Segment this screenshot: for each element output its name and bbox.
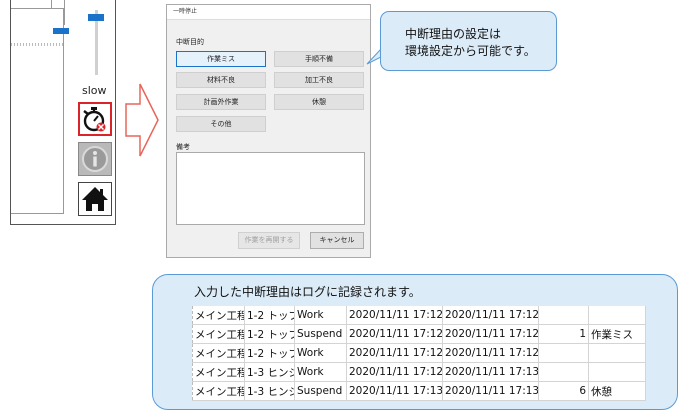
log-cell-type: Work <box>294 306 347 325</box>
cancel-button[interactable]: キャンセル <box>310 232 364 249</box>
log-cell-end: 2020/11/11 17:13 <box>442 381 539 401</box>
log-cell-reason-id <box>538 362 589 382</box>
log-cell-step: 1-2 トップ <box>244 306 295 325</box>
log-cell-process: メイン工程 <box>192 306 245 325</box>
log-note-text: 入力した中断理由はログに記録されます。 <box>194 285 421 299</box>
table-row: メイン工程 1-2 トップ Work 2020/11/11 17:12 2020… <box>192 343 646 363</box>
resume-work-button[interactable]: 作業を再開する <box>238 232 300 249</box>
info-button[interactable] <box>78 142 112 176</box>
info-icon <box>82 146 108 172</box>
reason-button-work-mistake[interactable]: 作業ミス <box>176 51 266 67</box>
log-cell-reason-id <box>538 343 589 363</box>
log-cell-process: メイン工程 <box>192 381 245 401</box>
log-cell-start: 2020/11/11 17:13 <box>346 381 443 401</box>
log-cell-process: メイン工程 <box>192 343 245 363</box>
log-cell-step: 1-3 ヒンジ <box>244 362 295 382</box>
reason-section-label: 中断目的 <box>176 38 204 46</box>
table-row: メイン工程 1-3 ヒンジ Work 2020/11/11 17:12 2020… <box>192 362 646 382</box>
log-cell-end: 2020/11/11 17:12 <box>442 306 539 325</box>
log-cell-end: 2020/11/11 17:12 <box>442 324 539 344</box>
pause-dialog: 一時停止 中断目的 作業ミス 手順不備 材料不良 加工不良 計画外作業 休憩 そ… <box>166 4 371 258</box>
log-cell-reason <box>588 343 646 363</box>
log-cell-end: 2020/11/11 17:13 <box>442 362 539 382</box>
splitter-handle[interactable] <box>11 43 63 46</box>
memo-label: 備考 <box>176 143 190 151</box>
reason-button-procedure-defect[interactable]: 手順不備 <box>274 51 364 67</box>
log-cell-reason <box>588 306 646 325</box>
log-cell-process: メイン工程 <box>192 362 245 382</box>
reason-button-processing-defect[interactable]: 加工不良 <box>274 72 364 88</box>
log-cell-reason: 作業ミス <box>588 324 646 344</box>
stopwatch-cancel-icon <box>83 107 106 132</box>
reason-button-material-defect[interactable]: 材料不良 <box>176 72 266 88</box>
table-row: メイン工程 1-2 トップ Suspend 2020/11/11 17:12 2… <box>192 324 646 344</box>
speed-label: slow <box>82 84 107 97</box>
log-cell-reason-id: 1 <box>538 324 589 344</box>
settings-note-text: 中断理由の設定は 環境設定から可能です。 <box>405 26 536 60</box>
log-cell-type: Work <box>294 362 347 382</box>
settings-note-line-2: 環境設定から可能です。 <box>405 44 536 58</box>
reason-button-break[interactable]: 休憩 <box>274 94 364 110</box>
log-cell-type: Suspend <box>294 324 347 344</box>
log-cell-type: Suspend <box>294 381 347 401</box>
log-cell-step: 1-3 ヒンジ <box>244 381 295 401</box>
log-cell-reason-id <box>538 306 589 325</box>
selection-marker <box>53 28 69 34</box>
log-cell-step: 1-2 トップ <box>244 324 295 344</box>
timer-pause-button[interactable] <box>78 102 112 136</box>
content-pane <box>11 8 64 214</box>
home-button[interactable] <box>78 182 112 216</box>
log-cell-start: 2020/11/11 17:12 <box>346 362 443 382</box>
settings-note-line-1: 中断理由の設定は <box>405 27 502 41</box>
log-cell-process: メイン工程 <box>192 324 245 344</box>
log-cell-reason-id: 6 <box>538 381 589 401</box>
home-icon <box>82 187 108 211</box>
dialog-title: 一時停止 <box>167 5 370 20</box>
reason-button-unplanned-work[interactable]: 計画外作業 <box>176 94 266 110</box>
log-cell-start: 2020/11/11 17:12 <box>346 324 443 344</box>
log-cell-start: 2020/11/11 17:12 <box>346 343 443 363</box>
speed-slider-thumb[interactable] <box>88 14 104 21</box>
log-cell-start: 2020/11/11 17:12 <box>346 306 443 325</box>
log-cell-step: 1-2 トップ <box>244 343 295 363</box>
log-cell-end: 2020/11/11 17:12 <box>442 343 539 363</box>
table-row: メイン工程 1-3 ヒンジ Suspend 2020/11/11 17:13 2… <box>192 381 646 401</box>
memo-textarea[interactable] <box>176 152 365 225</box>
right-arrow-icon <box>125 83 159 157</box>
log-cell-reason <box>588 362 646 382</box>
log-cell-reason: 休憩 <box>588 381 646 401</box>
table-row: メイン工程 1-2 トップ Work 2020/11/11 17:12 2020… <box>192 306 646 325</box>
log-table: メイン工程 1-2 トップ Work 2020/11/11 17:12 2020… <box>192 306 646 401</box>
log-cell-type: Work <box>294 343 347 363</box>
app-side-panel: slow <box>10 0 116 225</box>
reason-button-other[interactable]: その他 <box>176 116 266 132</box>
